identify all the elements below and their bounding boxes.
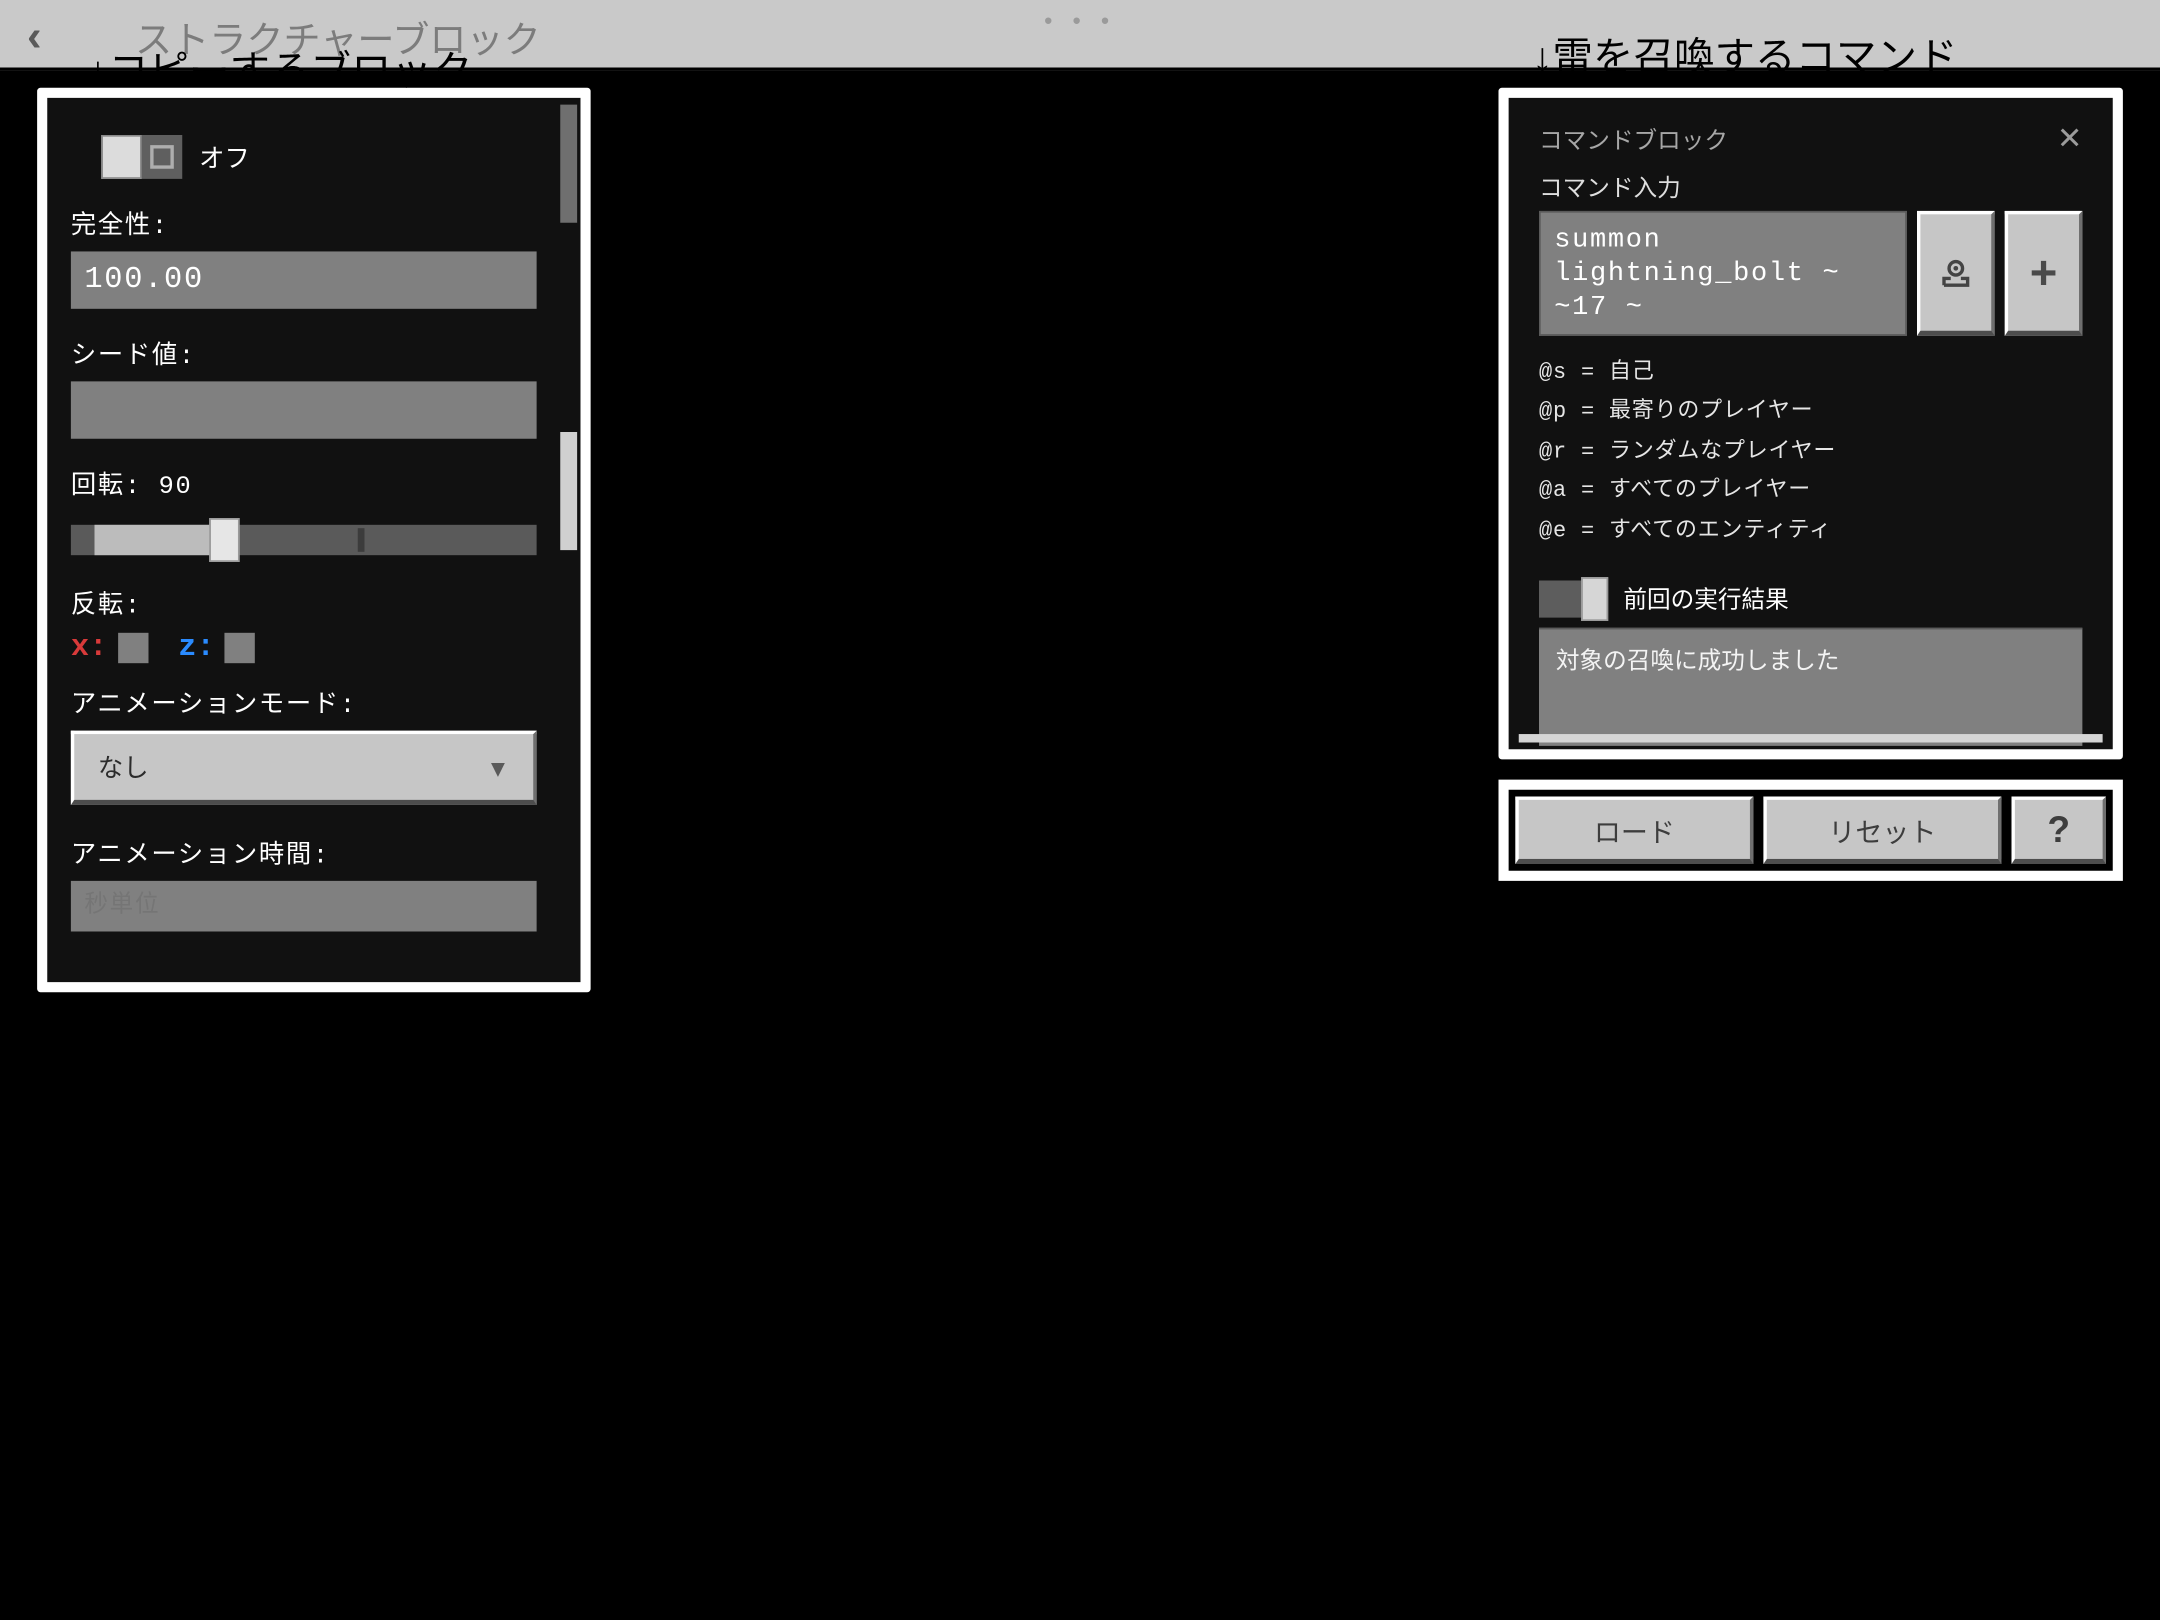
axis-z-label: z: xyxy=(178,631,214,665)
help-button[interactable]: ? xyxy=(2012,797,2107,865)
toggle-off-label: オフ xyxy=(199,139,250,174)
mirror-label: 反転: xyxy=(71,586,537,621)
hint-r: @r = ランダムなプレイヤー xyxy=(1539,432,2082,471)
anim-mode-dropdown[interactable]: なし ▼ xyxy=(71,731,537,805)
slider-thumb[interactable] xyxy=(209,518,239,562)
integrity-label: 完全性: xyxy=(71,206,537,241)
seed-input[interactable] xyxy=(71,381,537,438)
rotation-label: 回転: 90 xyxy=(71,466,537,501)
add-command-button[interactable]: + xyxy=(2005,211,2083,336)
prev-result-label: 前回の実行結果 xyxy=(1623,582,1788,616)
toggle-off-icon xyxy=(150,145,174,169)
hint-a: @a = すべてのプレイヤー xyxy=(1539,471,2082,510)
result-text: 対象の召喚に成功しました xyxy=(1556,646,1840,673)
structure-block-panel: オフ 完全性: シード値: 回転: 90 反転: x: z: アニメーショ xyxy=(37,88,591,993)
chevron-down-icon: ▼ xyxy=(486,753,509,780)
hint-e: @e = すべてのエンティティ xyxy=(1539,511,2082,550)
mirror-row: x: z: xyxy=(71,631,537,665)
command-block-panel: コマンドブロック ✕ コマンド入力 summon lightning_bolt … xyxy=(1499,88,2123,760)
back-chevron-icon[interactable]: ‹ xyxy=(27,10,42,62)
close-icon[interactable]: ✕ xyxy=(2057,122,2082,157)
command-input-label: コマンド入力 xyxy=(1539,170,2082,204)
integrity-input[interactable] xyxy=(71,251,537,308)
command-input[interactable]: summon lightning_bolt ~ ~17 ~ xyxy=(1539,211,1907,336)
seed-label: シード値: xyxy=(71,336,537,371)
selector-hints: @s = 自己 @p = 最寄りのプレイヤー @r = ランダムなプレイヤー @… xyxy=(1539,353,2082,550)
mirror-z-checkbox[interactable] xyxy=(225,633,255,663)
prev-result-toggle[interactable] xyxy=(1539,580,1607,617)
target-picker-icon xyxy=(1936,252,1977,293)
command-block-header: コマンドブロック xyxy=(1539,122,1728,156)
toggle-row: オフ xyxy=(101,135,536,179)
truncated-header xyxy=(71,105,537,119)
mirror-x-checkbox[interactable] xyxy=(117,633,147,663)
result-output: 対象の召喚に成功しました xyxy=(1539,628,2082,746)
annotation-right: ↓雷を召喚するコマンド xyxy=(1532,24,1957,83)
action-button-bar: ロード リセット ? xyxy=(1499,780,2123,881)
scrollbar-thumb-top[interactable] xyxy=(560,105,577,223)
scrollbar-thumb-mid[interactable] xyxy=(560,432,577,550)
toggle-switch[interactable] xyxy=(101,135,182,179)
anim-mode-value: なし xyxy=(98,749,149,784)
rotation-slider[interactable] xyxy=(71,515,537,566)
annotation-left: ↓コピーするブロック xyxy=(88,37,473,96)
anim-time-label: アニメーション時間: xyxy=(71,835,537,870)
anim-time-input[interactable] xyxy=(71,881,537,932)
reset-button[interactable]: リセット xyxy=(1763,797,2001,865)
hint-p: @p = 最寄りのプレイヤー xyxy=(1539,392,2082,431)
axis-x-label: x: xyxy=(71,631,107,665)
hint-s: @s = 自己 xyxy=(1539,353,2082,392)
anim-mode-label: アニメーションモード: xyxy=(71,685,537,720)
load-button[interactable]: ロード xyxy=(1515,797,1753,865)
plus-icon: + xyxy=(2030,246,2058,300)
picker-button[interactable] xyxy=(1917,211,1995,336)
drag-handle-dots-icon: • • • xyxy=(1044,7,1116,34)
